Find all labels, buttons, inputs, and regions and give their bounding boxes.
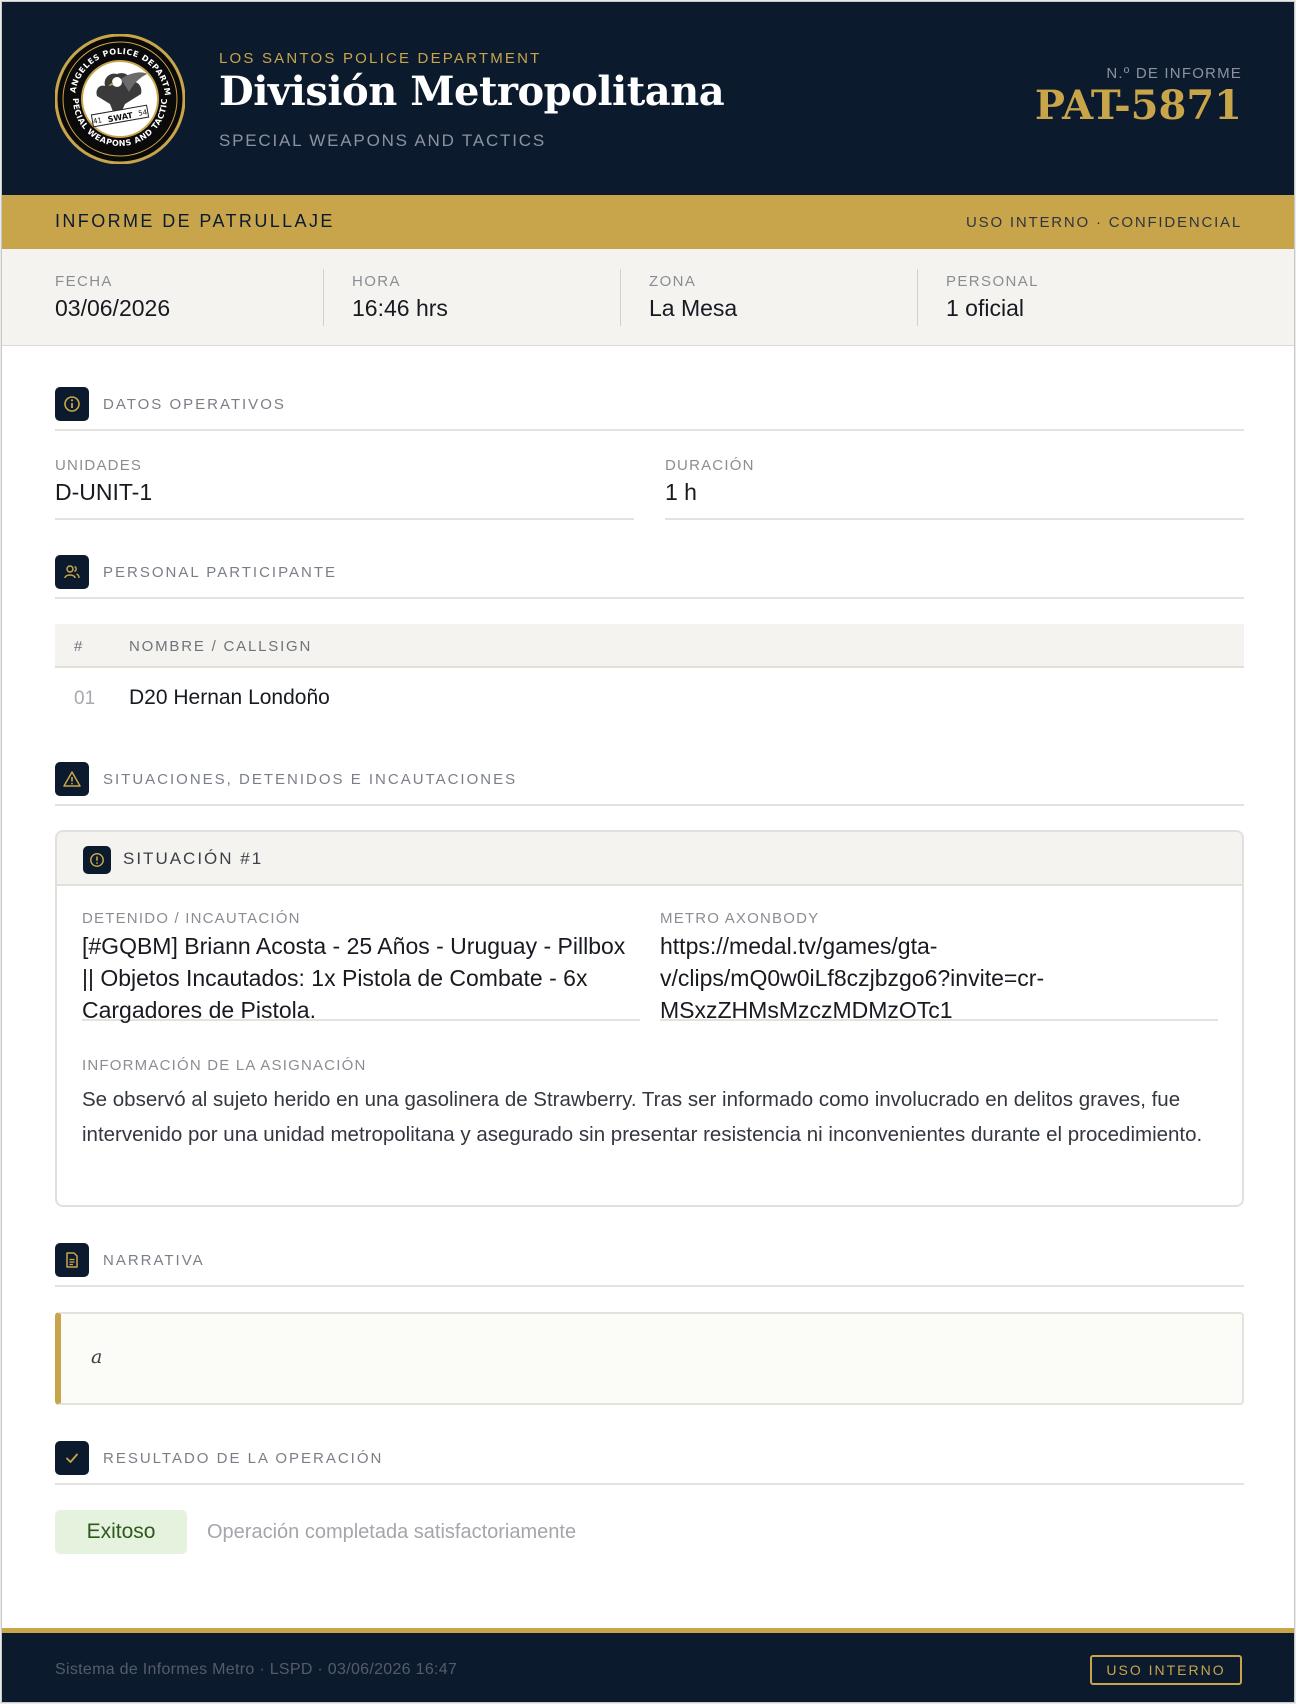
- unit-subtitle: SPECIAL WEAPONS AND TACTICS: [219, 131, 546, 150]
- meta-value: 1 oficial: [946, 295, 1024, 321]
- situation-card: SITUACIÓN #1 DETENIDO / INCAUTACIÓN [#GQ…: [55, 830, 1244, 1207]
- section-title: DATOS OPERATIVOS: [103, 396, 286, 413]
- patrol-report-page: LOS ANGELES POLICE DEPARTMENT SPECIAL WE…: [1, 1, 1295, 1703]
- field-value: 1 h: [665, 479, 697, 505]
- meta-divider: [917, 269, 918, 326]
- column-header-name: NOMBRE / CALLSIGN: [129, 638, 313, 655]
- document-icon: [55, 1243, 89, 1277]
- section-datos-operativos: DATOS OPERATIVOS: [55, 387, 1244, 431]
- assignment-description: Se observó al sujeto herido en una gasol…: [82, 1088, 1203, 1146]
- department-name: LOS SANTOS POLICE DEPARTMENT: [219, 50, 542, 67]
- officer-name: D20 Hernan Londoño: [129, 686, 330, 709]
- users-icon: [55, 555, 89, 589]
- report-meta-row: FECHA 03/06/2026 HORA 16:46 hrs ZONA La …: [2, 249, 1294, 346]
- status-badge: Exitoso: [55, 1510, 187, 1554]
- meta-divider: [323, 269, 324, 326]
- narrative-box: a: [55, 1312, 1244, 1405]
- narrative-text: a: [91, 1346, 103, 1368]
- section-title: RESULTADO DE LA OPERACIÓN: [103, 1450, 384, 1467]
- section-title: NARRATIVA: [103, 1252, 205, 1269]
- footer-system-info: Sistema de Informes Metro · LSPD · 03/06…: [55, 1661, 458, 1678]
- section-resultado: RESULTADO DE LA OPERACIÓN: [55, 1441, 1244, 1485]
- meta-label: ZONA: [649, 273, 697, 290]
- row-number: 01: [74, 688, 96, 709]
- column-header-number: #: [74, 638, 85, 655]
- report-type-title: INFORME DE PATRULLAJE: [55, 211, 335, 231]
- meta-value: La Mesa: [649, 295, 738, 321]
- meta-label: FECHA: [55, 273, 113, 290]
- section-title: PERSONAL PARTICIPANTE: [103, 564, 337, 581]
- field-label: METRO AXONBODY: [660, 910, 820, 927]
- axonbody-link[interactable]: https://medal.tv/games/gta-v/clips/mQ0w0…: [660, 930, 1218, 1026]
- field-duracion: DURACIÓN 1 h: [665, 457, 1244, 520]
- meta-value: 16:46 hrs: [352, 295, 448, 321]
- field-axonbody: METRO AXONBODY https://medal.tv/games/gt…: [660, 910, 1218, 1023]
- section-situaciones: SITUACIONES, DETENIDOS E INCAUTACIONES: [55, 762, 1244, 806]
- report-header: LOS ANGELES POLICE DEPARTMENT SPECIAL WE…: [2, 2, 1294, 195]
- classification-label: USO INTERNO · CONFIDENCIAL: [966, 214, 1242, 231]
- svg-text:41: 41: [92, 116, 102, 125]
- situation-card-header: SITUACIÓN #1: [57, 832, 1242, 886]
- report-number-label: N.º DE INFORME: [1106, 65, 1242, 82]
- swat-seal-logo: LOS ANGELES POLICE DEPARTMENT SPECIAL WE…: [55, 34, 185, 164]
- field-label: DURACIÓN: [665, 457, 755, 474]
- warning-icon: [55, 762, 89, 796]
- result-description: Operación completada satisfactoriamente: [207, 1521, 577, 1543]
- meta-divider: [620, 269, 621, 326]
- report-footer: Sistema de Informes Metro · LSPD · 03/06…: [2, 1628, 1294, 1702]
- field-detenido: DETENIDO / INCAUTACIÓN [#GQBM] Briann Ac…: [82, 910, 640, 1023]
- check-icon: [55, 1441, 89, 1475]
- field-value: D-UNIT-1: [55, 479, 153, 505]
- alert-circle-icon: [83, 846, 111, 874]
- info-icon: [55, 387, 89, 421]
- field-value: [#GQBM] Briann Acosta - 25 Años - Urugua…: [82, 933, 626, 1023]
- section-narrativa: NARRATIVA: [55, 1243, 1244, 1287]
- section-personal-participante: PERSONAL PARTICIPANTE: [55, 555, 1244, 599]
- report-number: PAT-5871: [1034, 82, 1242, 129]
- division-title: División Metropolitana: [219, 68, 725, 115]
- report-type-bar: INFORME DE PATRULLAJE USO INTERNO · CONF…: [2, 195, 1294, 249]
- meta-label: PERSONAL: [946, 273, 1039, 290]
- meta-value: 03/06/2026: [55, 295, 171, 321]
- footer-classification-badge: USO INTERNO: [1090, 1655, 1242, 1685]
- meta-label: HORA: [352, 273, 401, 290]
- section-title: SITUACIONES, DETENIDOS E INCAUTACIONES: [103, 771, 518, 788]
- table-row: 01 D20 Hernan Londoño: [55, 668, 1244, 732]
- field-unidades: UNIDADES D-UNIT-1: [55, 457, 634, 520]
- personnel-table-header: # NOMBRE / CALLSIGN: [55, 624, 1244, 668]
- situation-title: SITUACIÓN #1: [123, 849, 264, 868]
- field-label: DETENIDO / INCAUTACIÓN: [82, 910, 301, 927]
- field-label: UNIDADES: [55, 457, 143, 474]
- field-label: INFORMACIÓN DE LA ASIGNACIÓN: [82, 1057, 367, 1074]
